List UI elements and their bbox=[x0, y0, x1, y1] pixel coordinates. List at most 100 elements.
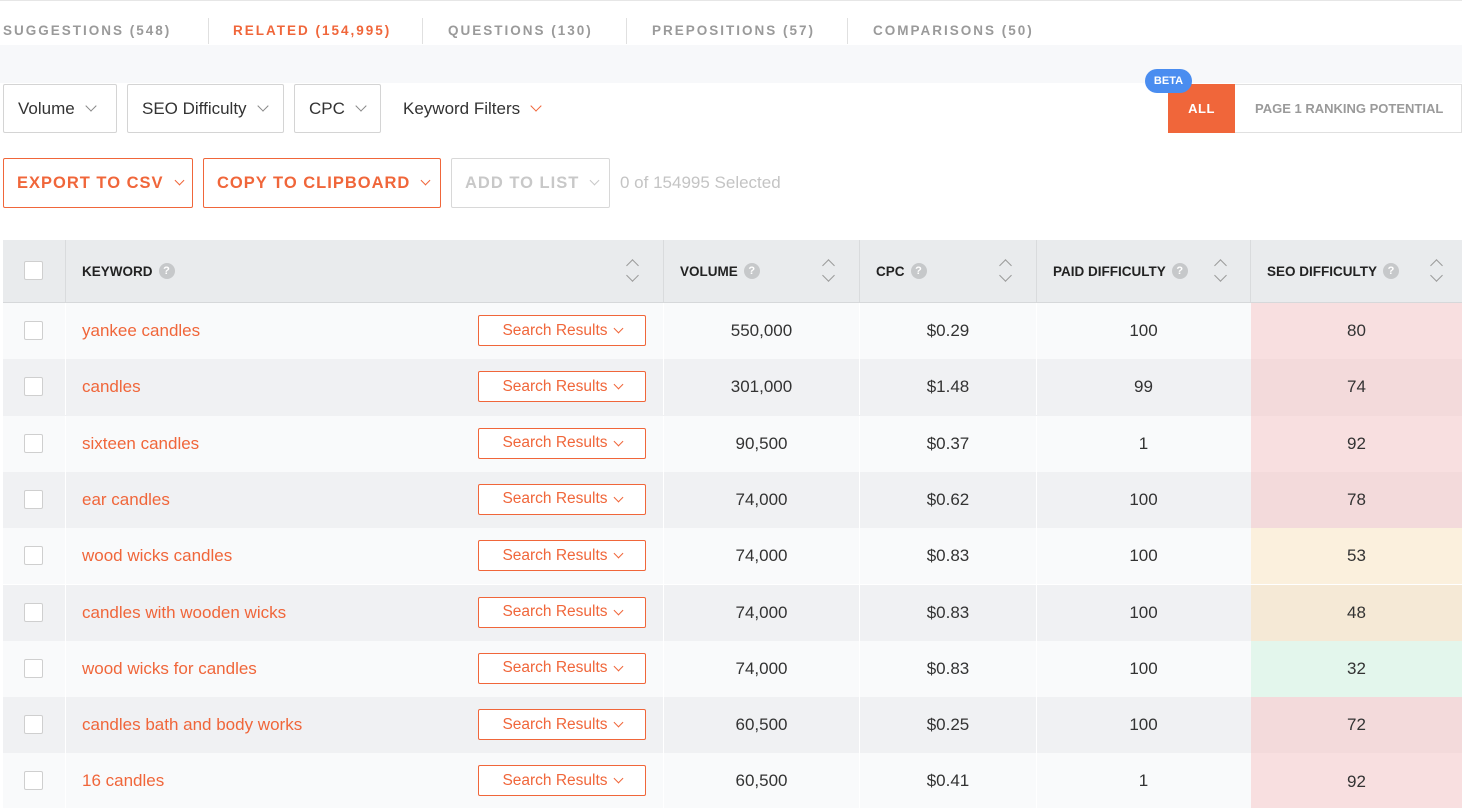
cpc-cell: $0.37 bbox=[926, 433, 970, 453]
row-checkbox[interactable] bbox=[24, 602, 43, 622]
column-divider bbox=[65, 359, 66, 416]
keyword-link[interactable]: sixteen candles bbox=[82, 416, 199, 472]
column-divider bbox=[859, 240, 860, 302]
cpc-cell: $0.83 bbox=[926, 602, 970, 622]
chevron-down-icon bbox=[613, 548, 623, 559]
table-row: 16 candles Search Results 60,500 $0.41 1 92 bbox=[3, 753, 1462, 808]
cpc-filter-label: CPC bbox=[309, 98, 345, 118]
search-results-button[interactable]: Search Results bbox=[478, 540, 646, 572]
sort-cpc-icon[interactable] bbox=[999, 257, 1013, 287]
row-checkbox[interactable] bbox=[24, 715, 43, 735]
sort-paid-difficulty-icon[interactable] bbox=[1214, 257, 1228, 287]
keyword-link[interactable]: wood wicks for candles bbox=[82, 641, 257, 697]
volume-filter-dropdown[interactable]: Volume bbox=[3, 84, 117, 133]
row-checkbox[interactable] bbox=[24, 433, 43, 453]
search-results-label: Search Results bbox=[502, 377, 608, 395]
tab-related[interactable]: RELATED (154,995) bbox=[233, 23, 391, 38]
row-checkbox[interactable] bbox=[24, 771, 43, 791]
column-divider bbox=[65, 697, 66, 754]
toggle-page1-ranking-button[interactable]: PAGE 1 RANKING POTENTIAL bbox=[1235, 84, 1462, 133]
tab-comparisons[interactable]: COMPARISONS (50) bbox=[873, 23, 1034, 38]
search-results-button[interactable]: Search Results bbox=[478, 709, 646, 741]
search-results-button[interactable]: Search Results bbox=[478, 371, 646, 403]
cpc-cell: $0.29 bbox=[926, 321, 970, 340]
row-checkbox[interactable] bbox=[24, 658, 43, 678]
seo-difficulty-cell: 78 bbox=[1251, 471, 1462, 529]
chevron-down-icon bbox=[256, 100, 269, 112]
volume-cell: 60,500 bbox=[735, 715, 788, 735]
help-icon[interactable]: ? bbox=[743, 263, 760, 279]
keyword-filters-dropdown[interactable]: Keyword Filters bbox=[403, 84, 542, 133]
keyword-link[interactable]: yankee candles bbox=[82, 303, 200, 359]
keyword-link[interactable]: candles with wooden wicks bbox=[82, 585, 286, 641]
copy-clipboard-button[interactable]: COPY TO CLIPBOARD bbox=[203, 158, 441, 208]
search-results-button[interactable]: Search Results bbox=[478, 427, 646, 459]
sort-volume-icon[interactable] bbox=[822, 257, 836, 287]
column-divider bbox=[65, 584, 66, 641]
row-checkbox[interactable] bbox=[24, 321, 43, 340]
tab-divider bbox=[422, 18, 423, 44]
row-checkbox[interactable] bbox=[24, 546, 43, 566]
sort-seo-difficulty-icon[interactable] bbox=[1430, 257, 1444, 287]
column-divider bbox=[1250, 240, 1251, 302]
help-icon[interactable]: ? bbox=[158, 263, 175, 279]
table-row: sixteen candles Search Results 90,500 $0.37… bbox=[3, 415, 1462, 472]
header-paid-difficulty[interactable]: PAID DIFFICULTY ? bbox=[1053, 240, 1188, 302]
column-divider bbox=[65, 471, 66, 528]
header-cpc[interactable]: CPC ? bbox=[876, 240, 927, 302]
help-icon[interactable]: ? bbox=[1171, 263, 1188, 279]
header-band bbox=[0, 45, 1462, 83]
column-divider bbox=[65, 640, 66, 697]
search-results-button[interactable]: Search Results bbox=[478, 596, 646, 628]
cpc-cell: $1.48 bbox=[926, 377, 970, 397]
keyword-link[interactable]: 16 candles bbox=[82, 753, 164, 808]
search-results-button[interactable]: Search Results bbox=[478, 765, 646, 797]
chevron-down-icon bbox=[613, 492, 623, 503]
header-volume[interactable]: VOLUME ? bbox=[680, 240, 760, 302]
chevron-down-icon bbox=[174, 175, 185, 186]
seo-difficulty-cell: 53 bbox=[1251, 528, 1462, 585]
tab-suggestions[interactable]: SUGGESTIONS (548) bbox=[3, 23, 171, 38]
cpc-filter-dropdown[interactable]: CPC bbox=[294, 84, 381, 133]
volume-cell: 74,000 bbox=[735, 489, 788, 509]
tab-divider bbox=[847, 18, 848, 44]
help-icon[interactable]: ? bbox=[1383, 263, 1399, 279]
volume-cell: 550,000 bbox=[730, 321, 793, 340]
search-results-button[interactable]: Search Results bbox=[478, 483, 646, 515]
tab-bar: SUGGESTIONS (548) RELATED (154,995) QUES… bbox=[0, 0, 1462, 45]
sort-keyword-icon[interactable] bbox=[626, 257, 640, 287]
export-csv-button[interactable]: EXPORT TO CSV bbox=[3, 158, 193, 208]
search-results-button[interactable]: Search Results bbox=[478, 652, 646, 684]
search-results-label: Search Results bbox=[502, 659, 608, 677]
keyword-link[interactable]: candles bath and body works bbox=[82, 697, 302, 753]
table-row: candles with wooden wicks Search Results 7… bbox=[3, 584, 1462, 641]
header-keyword-label: KEYWORD bbox=[82, 263, 153, 279]
help-icon[interactable]: ? bbox=[910, 263, 927, 279]
table-row: wood wicks for candles Search Results 74,0… bbox=[3, 640, 1462, 698]
seo-difficulty-filter-dropdown[interactable]: SEO Difficulty bbox=[127, 84, 284, 133]
tab-prepositions[interactable]: PREPOSITIONS (57) bbox=[652, 23, 815, 38]
tab-questions[interactable]: QUESTIONS (130) bbox=[448, 23, 593, 38]
select-all-checkbox[interactable] bbox=[24, 261, 43, 280]
chevron-down-icon bbox=[355, 100, 367, 112]
header-seo-difficulty[interactable]: SEO DIFFICULTY ? bbox=[1267, 240, 1399, 302]
header-paid-difficulty-label: PAID DIFFICULTY bbox=[1053, 263, 1166, 279]
row-checkbox[interactable] bbox=[24, 377, 43, 397]
column-divider bbox=[65, 415, 66, 472]
header-keyword[interactable]: KEYWORD ? bbox=[82, 240, 175, 302]
add-to-list-button[interactable]: ADD TO LIST bbox=[451, 158, 610, 208]
paid-difficulty-cell: 99 bbox=[1134, 377, 1153, 397]
search-results-label: Search Results bbox=[502, 715, 608, 733]
keyword-link[interactable]: ear candles bbox=[82, 472, 170, 528]
chevron-down-icon bbox=[613, 379, 623, 390]
search-results-button[interactable]: Search Results bbox=[478, 315, 646, 346]
tab-divider bbox=[208, 18, 209, 44]
column-divider bbox=[65, 303, 66, 359]
row-checkbox[interactable] bbox=[24, 489, 43, 509]
table-row: ear candles Search Results 74,000 $0.62 100 7… bbox=[3, 471, 1462, 529]
paid-difficulty-cell: 100 bbox=[1129, 715, 1158, 735]
table-row: candles bath and body works Search Result… bbox=[3, 697, 1462, 754]
keyword-link[interactable]: wood wicks candles bbox=[82, 528, 232, 584]
keyword-link[interactable]: candles bbox=[82, 359, 141, 415]
column-divider bbox=[65, 240, 66, 302]
